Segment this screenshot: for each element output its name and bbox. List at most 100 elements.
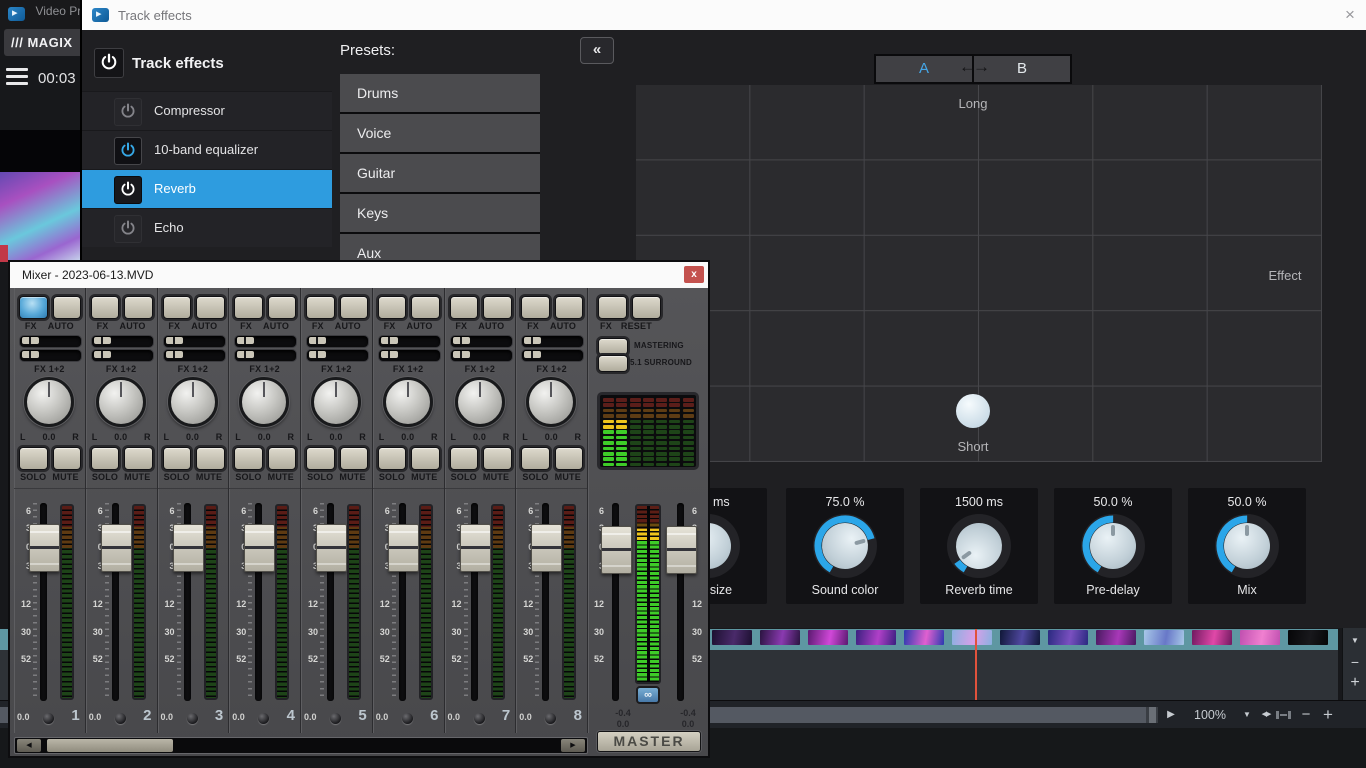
pan-knob[interactable] bbox=[239, 377, 289, 427]
channel-fx-button[interactable] bbox=[306, 296, 335, 319]
fx-send-slider-2[interactable] bbox=[521, 349, 584, 362]
zoom-out-icon[interactable]: − bbox=[1297, 701, 1315, 729]
fx-send-slider-1[interactable] bbox=[450, 335, 513, 348]
channel-fx-button[interactable] bbox=[19, 296, 48, 319]
volume-fader[interactable] bbox=[244, 524, 275, 572]
timeline-clip-thumbnail[interactable] bbox=[952, 630, 992, 645]
master-label[interactable]: MASTER bbox=[597, 731, 701, 752]
channel-auto-button[interactable] bbox=[483, 296, 512, 319]
timeline-scrollbar-end[interactable] bbox=[1149, 707, 1156, 723]
effect-row-echo[interactable]: Echo bbox=[82, 208, 332, 247]
volume-fader[interactable] bbox=[388, 524, 419, 572]
fx-send-slider-1[interactable] bbox=[378, 335, 441, 348]
timeline-clip-thumbnail[interactable] bbox=[1000, 630, 1040, 645]
pad-position-handle[interactable] bbox=[956, 394, 990, 428]
playhead[interactable] bbox=[975, 629, 977, 700]
track-effects-power-icon[interactable] bbox=[94, 48, 124, 78]
menu-icon[interactable] bbox=[6, 68, 28, 88]
fx-send-slider-1[interactable] bbox=[521, 335, 584, 348]
mixer-scroll-left-icon[interactable]: ◀ bbox=[17, 739, 41, 752]
timeline-clip-thumbnail[interactable] bbox=[712, 630, 752, 645]
channel-auto-button[interactable] bbox=[124, 296, 153, 319]
timeline-clip-thumbnail[interactable] bbox=[808, 630, 848, 645]
zoom-selection-icon[interactable] bbox=[1276, 711, 1291, 719]
power-icon[interactable] bbox=[114, 137, 142, 165]
ab-option-b[interactable]: B bbox=[974, 56, 1070, 82]
solo-button[interactable] bbox=[234, 447, 263, 470]
mastering-button[interactable] bbox=[598, 338, 628, 355]
timeline-clip-thumbnail[interactable] bbox=[1096, 630, 1136, 645]
fader-link-button[interactable]: ∞ bbox=[636, 686, 660, 704]
reverb-time-knob[interactable] bbox=[947, 514, 1011, 578]
master-reset-button[interactable] bbox=[632, 296, 661, 319]
fx-send-slider-1[interactable] bbox=[91, 335, 154, 348]
fx-send-slider-1[interactable] bbox=[306, 335, 369, 348]
volume-fader[interactable] bbox=[101, 524, 132, 572]
channel-auto-button[interactable] bbox=[268, 296, 297, 319]
fx-send-slider-1[interactable] bbox=[19, 335, 82, 348]
sound-color-knob[interactable] bbox=[813, 514, 877, 578]
effect-row-reverb[interactable]: Reverb bbox=[82, 169, 332, 208]
power-icon[interactable] bbox=[114, 215, 142, 243]
channel-fx-button[interactable] bbox=[521, 296, 550, 319]
mixer-titlebar[interactable]: Mixer - 2023-06-13.MVD x bbox=[10, 262, 708, 288]
fx-send-slider-1[interactable] bbox=[163, 335, 226, 348]
pan-knob[interactable] bbox=[455, 377, 505, 427]
master-fader-left[interactable] bbox=[601, 526, 632, 574]
volume-fader[interactable] bbox=[173, 524, 204, 572]
fx-send-slider-2[interactable] bbox=[378, 349, 441, 362]
solo-button[interactable] bbox=[521, 447, 550, 470]
close-icon[interactable]: × bbox=[1340, 5, 1360, 25]
pan-knob[interactable] bbox=[96, 377, 146, 427]
scroll-right-icon[interactable]: ▶ bbox=[1163, 701, 1179, 729]
mixer-scroll-right-icon[interactable]: ▶ bbox=[561, 739, 585, 752]
channel-auto-button[interactable] bbox=[53, 296, 82, 319]
preset-drums[interactable]: Drums bbox=[340, 74, 540, 114]
timeline-clip-thumbnail[interactable] bbox=[1048, 630, 1088, 645]
mute-button[interactable] bbox=[268, 447, 297, 470]
effect-row-10-band-equalizer[interactable]: 10-band equalizer bbox=[82, 130, 332, 169]
master-fx-button[interactable] bbox=[598, 296, 627, 319]
power-icon[interactable] bbox=[114, 176, 142, 204]
timeline-clip-thumbnail[interactable] bbox=[760, 630, 800, 645]
ab-option-a[interactable]: A bbox=[876, 56, 972, 82]
pan-knob[interactable] bbox=[383, 377, 433, 427]
rail-down-icon[interactable]: ▼ bbox=[1343, 636, 1366, 645]
channel-fx-button[interactable] bbox=[163, 296, 192, 319]
channel-fx-button[interactable] bbox=[378, 296, 407, 319]
mixer-scrollbar-thumb[interactable] bbox=[47, 739, 173, 752]
channel-fx-button[interactable] bbox=[91, 296, 120, 319]
effect-row-compressor[interactable]: Compressor bbox=[82, 91, 332, 130]
fx-send-slider-2[interactable] bbox=[19, 349, 82, 362]
timeline-clip-thumbnail[interactable] bbox=[1288, 630, 1328, 645]
timeline-clip-thumbnail[interactable] bbox=[1240, 630, 1280, 645]
mute-button[interactable] bbox=[124, 447, 153, 470]
fx-send-slider-2[interactable] bbox=[450, 349, 513, 362]
channel-auto-button[interactable] bbox=[196, 296, 225, 319]
preset-guitar[interactable]: Guitar bbox=[340, 154, 540, 194]
rail-plus-icon[interactable]: + bbox=[1343, 674, 1366, 692]
collapse-panel-button[interactable]: « bbox=[580, 37, 614, 64]
channel-auto-button[interactable] bbox=[411, 296, 440, 319]
mixer-scrollbar[interactable]: ◀ ▶ bbox=[14, 737, 588, 754]
timeline-clip-thumbnail[interactable] bbox=[904, 630, 944, 645]
pre-delay-knob[interactable] bbox=[1081, 514, 1145, 578]
mixer-close-button[interactable]: x bbox=[684, 266, 704, 283]
pan-knob[interactable] bbox=[24, 377, 74, 427]
mute-button[interactable] bbox=[196, 447, 225, 470]
solo-button[interactable] bbox=[378, 447, 407, 470]
master-fader-right[interactable] bbox=[666, 526, 697, 574]
power-icon[interactable] bbox=[114, 98, 142, 126]
zoom-in-icon[interactable]: + bbox=[1318, 701, 1338, 729]
timeline-clip-thumbnail[interactable] bbox=[1144, 630, 1184, 645]
reverb-room-pad[interactable]: Long Effect Short bbox=[636, 85, 1322, 462]
timeline-clip-thumbnail[interactable] bbox=[1192, 630, 1232, 645]
preset-voice[interactable]: Voice bbox=[340, 114, 540, 154]
mute-button[interactable] bbox=[555, 447, 584, 470]
zoom-dropdown-icon[interactable]: ▼ bbox=[1238, 701, 1256, 729]
mute-button[interactable] bbox=[483, 447, 512, 470]
channel-fx-button[interactable] bbox=[234, 296, 263, 319]
fx-send-slider-2[interactable] bbox=[234, 349, 297, 362]
fx-send-slider-2[interactable] bbox=[163, 349, 226, 362]
volume-fader[interactable] bbox=[460, 524, 491, 572]
